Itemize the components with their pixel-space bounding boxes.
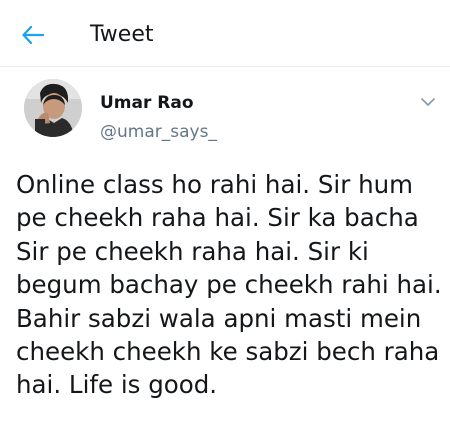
top-bar: Tweet	[0, 0, 450, 67]
author-handle[interactable]: @umar_says_	[100, 121, 217, 143]
chevron-down-icon	[421, 97, 435, 106]
author-name[interactable]: Umar Rao	[100, 92, 194, 114]
profile-photo	[24, 79, 82, 137]
tweet-menu-button[interactable]	[418, 94, 438, 110]
page-title: Tweet	[90, 22, 154, 47]
tweet-text: Online class ho rahi hai. Sir hum pe che…	[16, 170, 442, 400]
avatar[interactable]	[24, 79, 82, 137]
back-button[interactable]	[18, 20, 48, 50]
arrow-left-icon	[22, 26, 44, 44]
